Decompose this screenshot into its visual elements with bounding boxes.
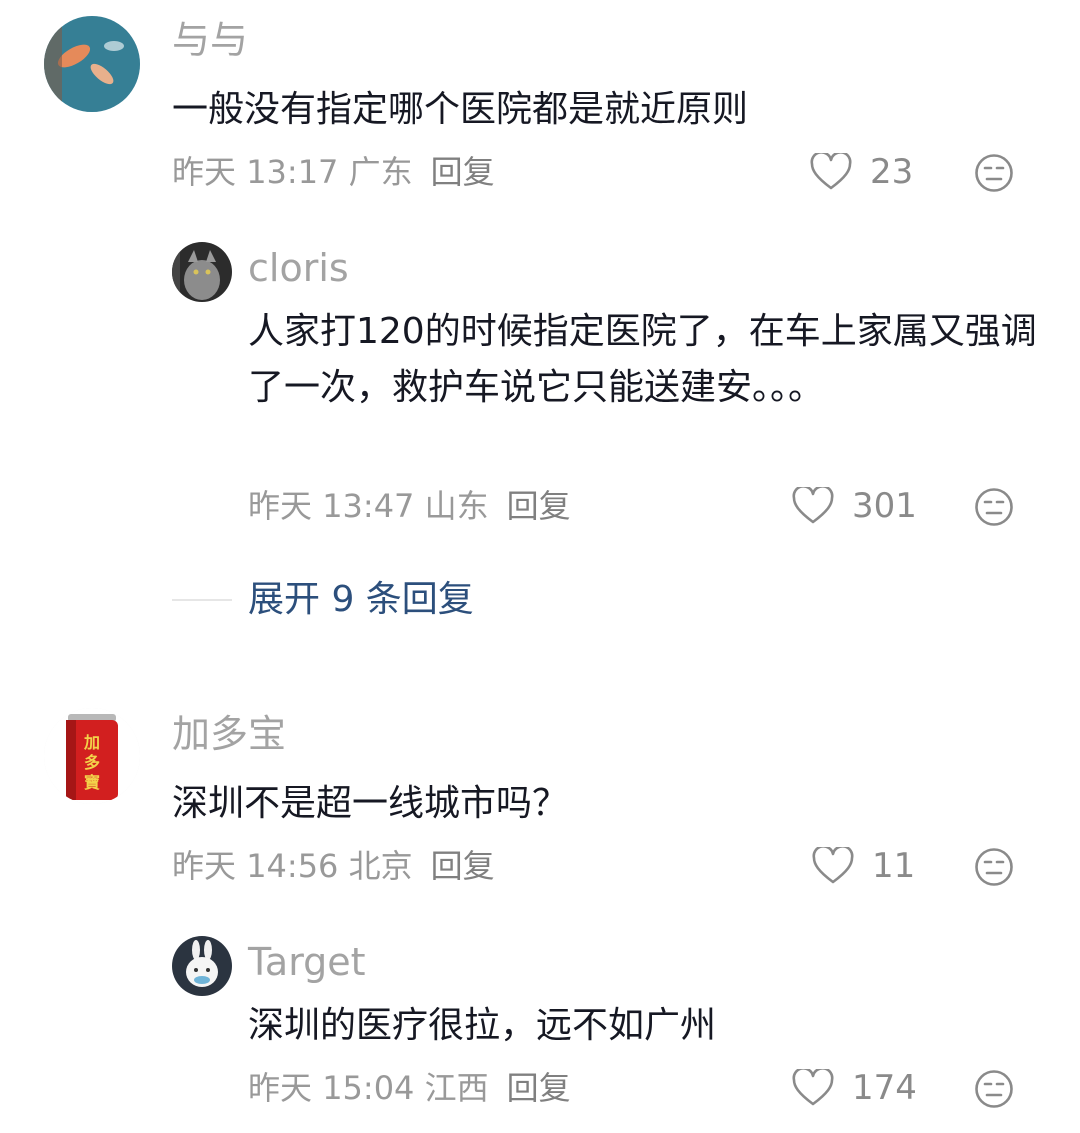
comment-region: 广东 bbox=[348, 153, 413, 191]
comment-meta: 昨天 13:47 山东 回复 bbox=[248, 486, 571, 526]
avatar[interactable]: 加 多 寶 bbox=[44, 708, 140, 804]
comment-text: 一般没有指定哪个医院都是就近原则 bbox=[172, 89, 749, 130]
comment-text: 深圳的医疗很拉，远不如广州 bbox=[248, 1005, 717, 1046]
bunny-avatar-icon bbox=[172, 936, 232, 996]
like-button[interactable]: 11 bbox=[812, 846, 915, 886]
svg-text:寶: 寶 bbox=[84, 773, 100, 792]
avatar[interactable] bbox=[172, 936, 232, 996]
comment-username[interactable]: Target bbox=[248, 940, 366, 984]
cat-avatar-icon bbox=[172, 242, 232, 302]
comment-text: 人家打120的时候指定医院了，在车上家属又强调了一次，救护车说它只能送建安。。。 bbox=[248, 311, 1037, 408]
svg-text:多: 多 bbox=[84, 753, 100, 772]
comment-text: 深圳不是超一线城市吗？ bbox=[172, 783, 569, 824]
like-button[interactable]: 23 bbox=[810, 152, 913, 192]
comment-date: 昨天 bbox=[248, 1069, 313, 1107]
divider-line bbox=[172, 599, 232, 601]
comment-region: 江西 bbox=[424, 1069, 489, 1107]
reply-button[interactable]: 回复 bbox=[431, 152, 495, 192]
avatar[interactable] bbox=[172, 242, 232, 302]
heart-icon bbox=[810, 153, 852, 190]
comment-date: 昨天 bbox=[172, 153, 237, 191]
comment-time: 13:47 bbox=[322, 487, 415, 525]
can-avatar-icon: 加 多 寶 bbox=[44, 708, 140, 804]
koi-fish-avatar-icon bbox=[44, 16, 140, 112]
heart-icon bbox=[792, 487, 834, 524]
comment-username[interactable]: 与与 bbox=[172, 18, 248, 62]
dislike-icon[interactable] bbox=[974, 1069, 1014, 1109]
heart-icon bbox=[812, 847, 854, 884]
comment-time: 13:17 bbox=[246, 153, 339, 191]
like-count: 174 bbox=[852, 1068, 917, 1108]
svg-text:加: 加 bbox=[83, 733, 100, 752]
comment-username[interactable]: cloris bbox=[248, 246, 349, 290]
dislike-icon[interactable] bbox=[974, 487, 1014, 527]
like-button[interactable]: 174 bbox=[792, 1068, 917, 1108]
like-count: 11 bbox=[872, 846, 916, 886]
comment-meta: 昨天 14:56 北京 回复 bbox=[172, 846, 495, 886]
expand-replies-label: 展开 9 条回复 bbox=[248, 579, 474, 620]
expand-replies-button[interactable]: 展开 9 条回复 bbox=[172, 578, 474, 622]
comment-username[interactable]: 加多宝 bbox=[172, 712, 286, 756]
dislike-icon[interactable] bbox=[974, 153, 1014, 193]
comment-meta: 昨天 13:17 广东 回复 bbox=[172, 152, 495, 192]
comment-region: 北京 bbox=[348, 847, 413, 885]
like-count: 301 bbox=[852, 486, 917, 526]
comment-meta: 昨天 15:04 江西 回复 bbox=[248, 1068, 571, 1108]
reply-button[interactable]: 回复 bbox=[507, 1068, 571, 1108]
reply-button[interactable]: 回复 bbox=[507, 486, 571, 526]
comment-region: 山东 bbox=[424, 487, 489, 525]
comment-time: 15:04 bbox=[322, 1069, 415, 1107]
comment-date: 昨天 bbox=[248, 487, 313, 525]
like-count: 23 bbox=[870, 152, 914, 192]
heart-icon bbox=[792, 1069, 834, 1106]
dislike-icon[interactable] bbox=[974, 847, 1014, 887]
comment-date: 昨天 bbox=[172, 847, 237, 885]
reply-button[interactable]: 回复 bbox=[431, 846, 495, 886]
like-button[interactable]: 301 bbox=[792, 486, 917, 526]
comment-time: 14:56 bbox=[246, 847, 339, 885]
avatar[interactable] bbox=[44, 16, 140, 112]
